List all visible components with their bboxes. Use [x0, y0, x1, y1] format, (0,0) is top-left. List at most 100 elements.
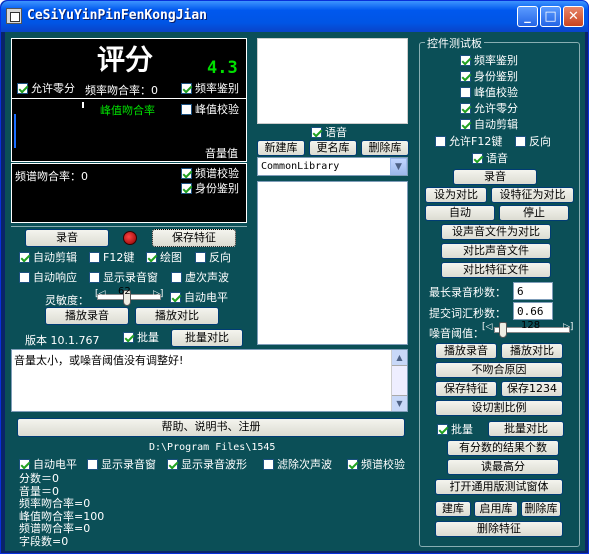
- virtual-wave-checkbox[interactable]: 虚次声波: [171, 271, 229, 285]
- stat-freq-match: 频率吻合率=0: [19, 497, 91, 510]
- test-reverse-checkbox[interactable]: 反向: [515, 135, 551, 149]
- test-check-allow-zero[interactable]: 允许零分: [460, 102, 518, 116]
- close-button[interactable]: ✕: [563, 6, 584, 27]
- test-check-identity-auth[interactable]: 身份鉴别: [460, 70, 518, 84]
- test-save-feature-button[interactable]: 保存特征: [435, 381, 497, 397]
- identity-auth-checkbox[interactable]: 身份鉴别: [181, 182, 239, 196]
- mismatch-button[interactable]: 不吻合原因: [435, 362, 563, 378]
- f12-checkbox[interactable]: F12键: [89, 251, 134, 265]
- voice-checkbox[interactable]: 语音: [311, 126, 347, 140]
- checkbox-icon: [19, 272, 30, 283]
- maximize-button[interactable]: □: [540, 6, 561, 27]
- test-play-compare-button[interactable]: 播放对比: [501, 343, 563, 359]
- noise-right-arrow-icon[interactable]: ▷]: [563, 322, 573, 332]
- spectrum-check-checkbox[interactable]: 频谱校验: [181, 167, 239, 181]
- stats-list: 分数＝0 音量＝0 频率吻合率=0 峰值吻合率=100 频谱吻合率=0 字段数=…: [19, 472, 104, 548]
- build-library-button[interactable]: 建库: [435, 501, 471, 517]
- auto-respond-checkbox[interactable]: 自动响应: [19, 271, 77, 285]
- path-label: D:\Program Files\1545: [149, 442, 276, 453]
- bottom-auto-level-checkbox[interactable]: 自动电平: [19, 458, 77, 472]
- rename-library-button[interactable]: 更名库: [309, 140, 357, 156]
- check-icon: [17, 83, 28, 94]
- stat-spectrum-match: 频谱吻合率=0: [19, 522, 91, 535]
- client-area: 评分 4.3 允许零分 频率吻合率：0 频率鉴别 峰值吻合率 峰值校验 音量值 …: [5, 32, 585, 551]
- submit-time-label: 提交词汇秒数：: [429, 307, 506, 320]
- help-button[interactable]: 帮助、说明书、注册: [17, 418, 405, 437]
- score-value: 4.3: [207, 58, 238, 78]
- peak-check-checkbox[interactable]: 峰值校验: [181, 103, 239, 117]
- reverse-checkbox[interactable]: 反向: [195, 251, 231, 265]
- submit-time-input[interactable]: 0.66: [513, 302, 553, 320]
- plot-checkbox[interactable]: 绘图: [146, 251, 182, 265]
- save-1234-button[interactable]: 保存1234: [501, 381, 563, 397]
- scroll-down-icon[interactable]: ▼: [392, 395, 407, 411]
- score-count-button[interactable]: 有分数的结果个数: [447, 440, 559, 456]
- test-batch-checkbox[interactable]: 批量: [437, 423, 473, 437]
- max-rec-label: 最长录音秒数：: [429, 286, 506, 299]
- noise-slider-thumb[interactable]: [499, 322, 507, 338]
- compare-feature-file-button[interactable]: 对比特征文件: [441, 262, 551, 278]
- set-compare-button[interactable]: 设为对比: [425, 187, 487, 203]
- auto-clip-checkbox[interactable]: 自动剪辑: [19, 251, 77, 265]
- test-record-button[interactable]: 录音: [453, 169, 537, 185]
- auto-button[interactable]: 自动: [425, 205, 495, 221]
- test-allow-f12-checkbox[interactable]: 允许F12键: [435, 135, 502, 149]
- show-record-window-checkbox[interactable]: 显示录音窗: [89, 271, 158, 285]
- library-select[interactable]: CommonLibrary: [257, 157, 408, 176]
- checkbox-icon: [181, 104, 192, 115]
- max-rec-input[interactable]: 6: [513, 282, 553, 300]
- check-icon: [460, 55, 471, 66]
- test-check-peak[interactable]: 峰值校验: [460, 86, 518, 100]
- stop-button[interactable]: 停止: [499, 205, 569, 221]
- compare-file-button[interactable]: 对比声音文件: [441, 243, 551, 259]
- record-button[interactable]: 录音: [25, 229, 109, 247]
- checkbox-icon: [87, 459, 98, 470]
- new-library-button[interactable]: 新建库: [257, 140, 305, 156]
- delete-feature-button[interactable]: 删除特征: [435, 521, 563, 537]
- minimize-button[interactable]: _: [517, 6, 538, 27]
- check-icon: [460, 119, 471, 130]
- noise-left-arrow-icon[interactable]: [◁: [482, 322, 492, 332]
- batch-compare-button[interactable]: 批量对比: [171, 329, 243, 347]
- noise-label: 噪音阈值：: [429, 327, 484, 340]
- open-generic-test-button[interactable]: 打开通用版测试窗体: [435, 479, 563, 495]
- title-bar[interactable]: CeSiYuYinPinFenKongJian _ □ ✕: [1, 1, 588, 32]
- test-check-auto-clip[interactable]: 自动剪辑: [460, 118, 518, 132]
- save-feature-button[interactable]: 保存特征: [152, 229, 236, 247]
- test-voice-checkbox[interactable]: 语音: [472, 152, 508, 166]
- message-box[interactable]: 音量太小，或噪音阈值没有调整好! ▲ ▼: [11, 349, 408, 412]
- freq-auth-checkbox[interactable]: 频率鉴别: [181, 82, 239, 96]
- enable-library-button[interactable]: 启用库: [474, 501, 518, 517]
- sensitivity-label: 灵敏度：: [45, 294, 89, 307]
- library-list[interactable]: [257, 181, 408, 345]
- set-ratio-button[interactable]: 设切割比例: [435, 400, 563, 416]
- delete-library-button[interactable]: 删除库: [361, 140, 409, 156]
- show-waveform-checkbox[interactable]: 显示录音波形: [167, 458, 247, 472]
- play-compare-button[interactable]: 播放对比: [135, 307, 219, 325]
- slider-left-arrow-icon[interactable]: [◁: [95, 289, 105, 299]
- slider-right-arrow-icon[interactable]: ▷]: [153, 289, 163, 299]
- scrollbar[interactable]: ▲ ▼: [391, 350, 407, 411]
- test-batch-compare-button[interactable]: 批量对比: [488, 421, 564, 437]
- check-icon: [167, 459, 178, 470]
- test-check-freq-auth[interactable]: 频率鉴别: [460, 54, 518, 68]
- test-delete-library-button[interactable]: 删除库: [521, 501, 561, 517]
- checkbox-icon: [263, 459, 274, 470]
- chevron-down-icon[interactable]: ▼: [390, 158, 407, 175]
- test-play-record-button[interactable]: 播放录音: [435, 343, 497, 359]
- bottom-spectrum-check-checkbox[interactable]: 频谱校验: [347, 458, 405, 472]
- noise-value: 128: [521, 320, 541, 331]
- read-top-score-button[interactable]: 读最高分: [447, 459, 559, 475]
- scroll-up-icon[interactable]: ▲: [392, 350, 407, 366]
- allow-zero-checkbox[interactable]: 允许零分: [17, 82, 75, 96]
- check-icon: [472, 153, 483, 164]
- set-file-compare-button[interactable]: 设声音文件为对比: [441, 224, 551, 240]
- peak-match-label: 峰值吻合率: [100, 104, 155, 117]
- checkbox-icon: [515, 136, 526, 147]
- play-record-button[interactable]: 播放录音: [45, 307, 129, 325]
- bottom-show-record-window-checkbox[interactable]: 显示录音窗: [87, 458, 156, 472]
- set-feature-compare-button[interactable]: 设特征为对比: [491, 187, 574, 203]
- auto-level-checkbox[interactable]: 自动电平: [170, 291, 228, 305]
- filter-infra-checkbox[interactable]: 滤除次声波: [263, 458, 332, 472]
- batch-checkbox[interactable]: 批量: [123, 331, 159, 345]
